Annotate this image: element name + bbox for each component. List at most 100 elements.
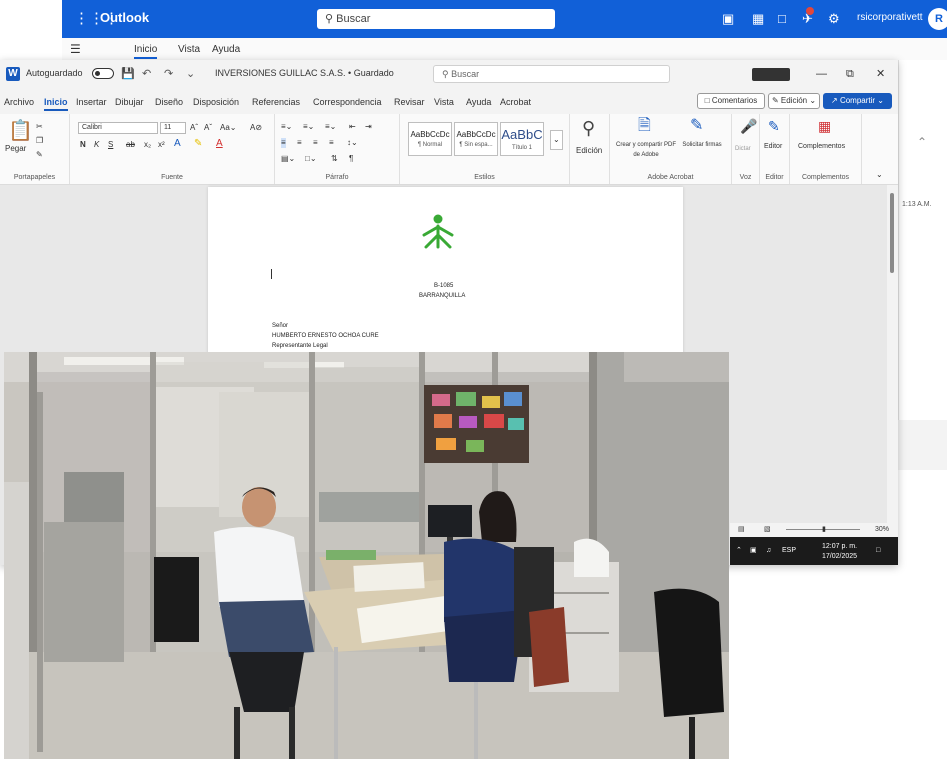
strikethrough-icon[interactable]: ab xyxy=(126,140,135,150)
format-painter-icon[interactable]: ✎ xyxy=(36,150,43,160)
tab-revisar[interactable]: Revisar xyxy=(394,97,425,107)
tab-insertar[interactable]: Insertar xyxy=(76,97,107,107)
text-effects-icon[interactable]: A xyxy=(174,139,181,149)
tab-archivo[interactable]: Archivo xyxy=(4,97,34,107)
shrink-font-icon[interactable]: Aˇ xyxy=(204,123,212,133)
editor-button[interactable]: Editor xyxy=(764,142,782,152)
italic-icon[interactable]: K xyxy=(94,140,99,150)
multilevel-list-icon[interactable]: ≡⌄ xyxy=(325,122,336,132)
zoom-level[interactable]: 30% xyxy=(875,523,889,537)
tab-vista[interactable]: Vista xyxy=(434,97,454,107)
align-right-icon[interactable]: ≡ xyxy=(313,138,318,148)
word-user-account[interactable] xyxy=(752,68,790,81)
clear-formatting-icon[interactable]: A⊘ xyxy=(250,123,262,133)
tab-referencias[interactable]: Referencias xyxy=(252,97,300,107)
dictate-button[interactable]: Dictar xyxy=(735,144,751,154)
styles-more-icon[interactable]: ⌄ xyxy=(550,130,563,150)
borders-icon[interactable]: □⌄ xyxy=(305,154,317,164)
avatar[interactable]: R xyxy=(928,8,947,30)
close-icon[interactable]: ✕ xyxy=(876,67,885,81)
style-heading-1[interactable]: AaBbC Título 1 xyxy=(500,122,544,156)
notifications-center-icon[interactable]: □ xyxy=(876,546,880,555)
vertical-scrollbar[interactable] xyxy=(887,185,898,525)
subscript-icon[interactable]: x₂ xyxy=(144,140,151,150)
tray-volume-icon[interactable]: ♫ xyxy=(766,546,771,555)
tab-correspondencia[interactable]: Correspondencia xyxy=(313,97,382,107)
meet-now-icon[interactable]: ▣ xyxy=(722,11,734,27)
print-layout-icon[interactable]: ▤ xyxy=(738,523,745,537)
tray-network-icon[interactable]: ▣ xyxy=(750,546,757,555)
outlook-search-input[interactable]: ⚲ Buscar xyxy=(317,9,555,29)
editor-icon[interactable]: ✎ xyxy=(768,118,780,134)
decrease-indent-icon[interactable]: ⇤ xyxy=(349,122,356,132)
tab-ayuda[interactable]: Ayuda xyxy=(466,97,491,107)
addins-icon[interactable]: ▦ xyxy=(818,118,831,134)
document-title[interactable]: INVERSIONES GUILLAC S.A.S. • Guardado xyxy=(215,68,394,78)
word-search-input[interactable]: ⚲ Buscar xyxy=(433,65,670,83)
cut-icon[interactable]: ✂ xyxy=(36,122,43,132)
web-layout-icon[interactable]: ▧ xyxy=(764,523,771,537)
hamburger-menu-icon[interactable]: ☰ xyxy=(70,42,81,56)
font-size-select[interactable]: 11 xyxy=(160,122,186,134)
justify-icon[interactable]: ≡ xyxy=(329,138,334,148)
change-case-icon[interactable]: Aa⌄ xyxy=(220,123,237,133)
show-marks-icon[interactable]: ¶ xyxy=(349,154,353,164)
taskbar-date[interactable]: 17/02/2025 xyxy=(822,552,857,561)
save-icon[interactable]: 💾 xyxy=(121,67,135,81)
settings-gear-icon[interactable]: ⚙ xyxy=(828,11,840,27)
tab-inicio[interactable]: Inicio xyxy=(44,97,68,111)
scrollbar-thumb[interactable] xyxy=(890,193,894,273)
addins-button[interactable]: Complementos xyxy=(798,142,845,152)
create-share-pdf-button[interactable]: Crear y compartir PDF de Adobe xyxy=(614,140,678,160)
line-spacing-icon[interactable]: ↕⌄ xyxy=(347,138,358,148)
sort-icon[interactable]: ⇅ xyxy=(331,154,338,164)
request-signatures-icon[interactable]: ✎ xyxy=(690,118,703,134)
customize-qat-icon[interactable]: ⌄ xyxy=(186,67,195,81)
font-color-icon[interactable]: A xyxy=(216,139,223,149)
minimize-icon[interactable]: — xyxy=(816,67,827,81)
numbering-icon[interactable]: ≡⌄ xyxy=(303,122,314,132)
editing-mode-button[interactable]: ✎ Edición ⌄ xyxy=(768,93,820,109)
comments-button[interactable]: □ Comentarios xyxy=(697,93,765,109)
autosave-toggle[interactable] xyxy=(92,68,114,79)
chevron-up-icon[interactable]: ⌃ xyxy=(917,135,927,149)
request-signatures-button[interactable]: Solicitar firmas xyxy=(682,140,722,150)
style-no-spacing[interactable]: AaBbCcDc ¶ Sin espa... xyxy=(454,122,498,156)
font-name-select[interactable]: Calibri xyxy=(78,122,158,134)
tab-dibujar[interactable]: Dibujar xyxy=(115,97,144,107)
tab-ayuda[interactable]: Ayuda xyxy=(212,44,240,55)
redo-icon[interactable]: ↷ xyxy=(164,67,173,81)
share-button[interactable]: ↗ Compartir ⌄ xyxy=(823,93,892,109)
tray-chevron-icon[interactable]: ⌃ xyxy=(736,546,742,555)
increase-indent-icon[interactable]: ⇥ xyxy=(365,122,372,132)
grow-font-icon[interactable]: Aˆ xyxy=(190,123,198,133)
bold-icon[interactable]: N xyxy=(80,140,86,150)
align-center-icon[interactable]: ≡ xyxy=(297,138,302,148)
teams-icon[interactable]: ▦ xyxy=(752,11,764,27)
copy-icon[interactable]: ❐ xyxy=(36,136,43,146)
bullets-icon[interactable]: ≡⌄ xyxy=(281,122,292,132)
highlight-color-icon[interactable]: ✎ xyxy=(194,139,202,149)
taskbar-time[interactable]: 12:07 p. m. xyxy=(822,542,857,551)
feedback-icon[interactable]: □ xyxy=(778,11,786,27)
tab-disposicion[interactable]: Disposición xyxy=(193,97,239,107)
create-pdf-icon[interactable]: 🗎 xyxy=(638,118,651,134)
shading-icon[interactable]: ▤⌄ xyxy=(281,154,295,164)
style-normal[interactable]: AaBbCcDc ¶ Normal xyxy=(408,122,452,156)
undo-icon[interactable]: ↶ xyxy=(142,67,151,81)
outlook-mail-item[interactable]: 1:13 A.M. xyxy=(902,200,946,209)
editing-button[interactable]: Edición xyxy=(576,146,602,156)
underline-icon[interactable]: S xyxy=(108,140,113,150)
find-search-icon[interactable]: ⚲ xyxy=(582,119,595,137)
paste-label[interactable]: Pegar xyxy=(5,144,26,154)
tab-diseno[interactable]: Diseño xyxy=(155,97,183,107)
tray-language-icon[interactable]: ESP xyxy=(782,546,796,555)
paste-icon[interactable]: 📋 xyxy=(8,120,33,142)
dictate-mic-icon[interactable]: 🎤 xyxy=(740,118,757,134)
tab-acrobat[interactable]: Acrobat xyxy=(500,97,531,107)
restore-icon[interactable]: ⧉ xyxy=(846,67,854,81)
superscript-icon[interactable]: x² xyxy=(158,140,165,150)
tab-vista[interactable]: Vista xyxy=(178,44,200,55)
collapse-ribbon-icon[interactable]: ⌄ xyxy=(876,170,883,180)
outlook-user-name[interactable]: rsicorporativett xyxy=(857,12,923,23)
